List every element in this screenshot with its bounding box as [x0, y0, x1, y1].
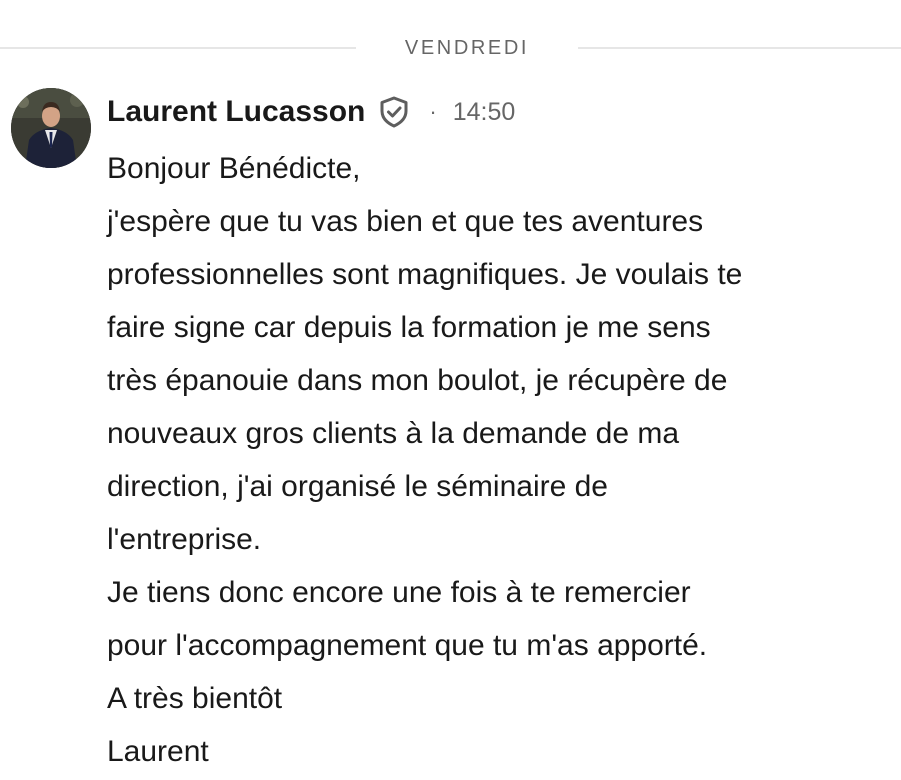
day-divider-line-left	[0, 47, 356, 49]
sender-avatar[interactable]	[11, 88, 91, 168]
message-line: A très bientôt	[107, 682, 283, 715]
message-header: Laurent Lucasson · 14:50	[107, 92, 515, 132]
sender-name[interactable]: Laurent Lucasson	[107, 92, 365, 132]
message-line: faire signe car depuis la formation je m…	[107, 311, 711, 344]
message-line: Bonjour Bénédicte,	[107, 152, 361, 185]
avatar-photo	[11, 88, 91, 168]
message-line: j'espère que tu vas bien et que tes aven…	[107, 205, 704, 238]
message-line: Je tiens donc encore une fois à te remer…	[107, 576, 691, 609]
message-line: direction, j'ai organisé le séminaire de	[107, 470, 608, 503]
message-line: très épanouie dans mon boulot, je récupè…	[107, 364, 728, 397]
message-line: professionnelles sont magnifiques. Je vo…	[107, 258, 743, 291]
shield-check-icon[interactable]	[377, 95, 411, 129]
header-separator: ·	[429, 99, 437, 124]
day-divider-label: VENDREDI	[404, 37, 530, 59]
message-line: l'entreprise.	[107, 523, 262, 556]
message-line: Laurent	[107, 735, 209, 768]
day-divider-line-right	[578, 47, 901, 49]
message-line: nouveaux gros clients à la demande de ma	[107, 417, 680, 450]
message-timestamp: 14:50	[452, 98, 516, 126]
message-body: Bonjour Bénédicte, j'espère que tu vas b…	[107, 142, 887, 778]
day-divider: VENDREDI	[0, 32, 901, 64]
message-line: pour l'accompagnement que tu m'as apport…	[107, 629, 708, 662]
